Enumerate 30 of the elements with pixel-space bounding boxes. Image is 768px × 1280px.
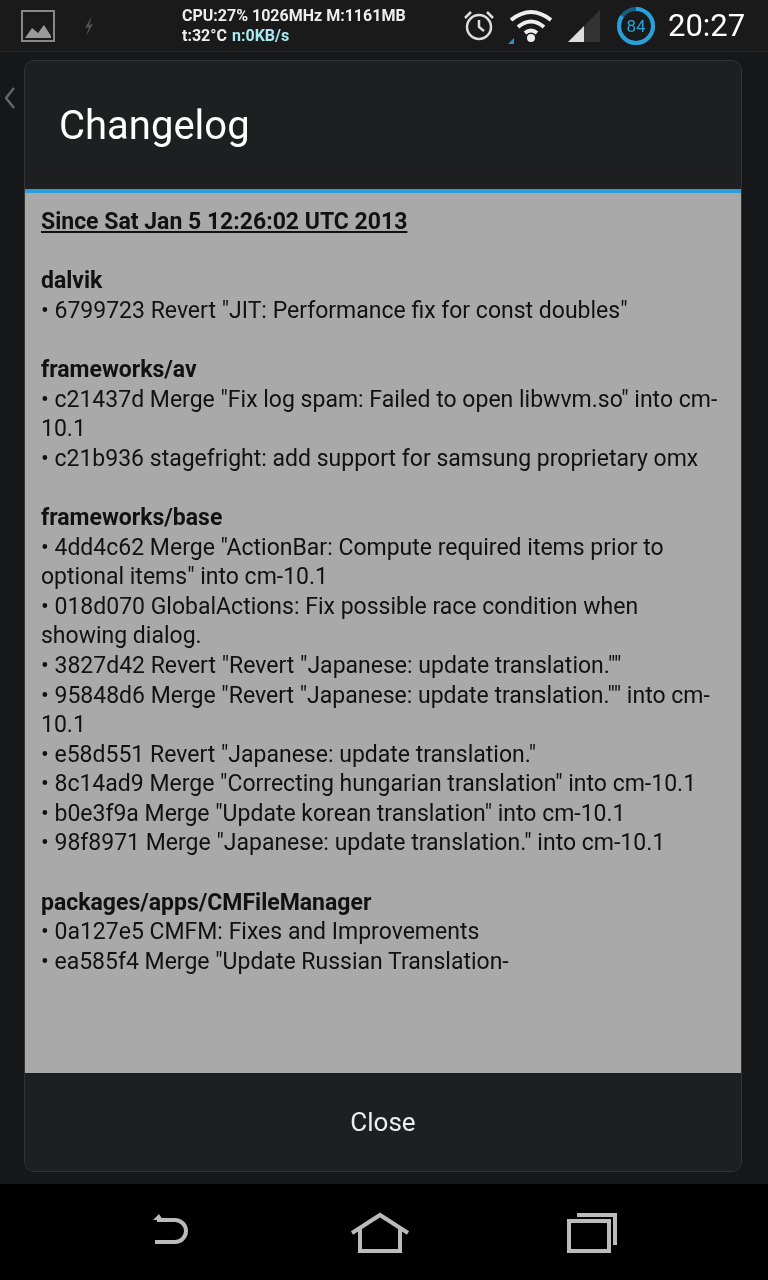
section-heading: frameworks/base: [41, 502, 224, 533]
dialog-title: Changelog: [59, 101, 250, 149]
picture-icon: [20, 7, 56, 44]
network-speed: n:0KB/s: [232, 25, 290, 46]
changelog-entry: • 3827d42 Revert "Revert "Japanese: update translation."": [41, 650, 623, 681]
recent-apps-icon[interactable]: [567, 1211, 620, 1253]
temperature: t:32°C: [182, 25, 227, 46]
changelog-entry: • 98f8971 Merge "Japanese: update translation." into cm-10.1: [41, 828, 667, 859]
battery-indicator: 84: [616, 5, 656, 46]
changelog-entry: • ea585f4 Merge "Update Russian Translation-: [41, 946, 510, 977]
wifi-icon: [508, 7, 554, 44]
changelog-entry: • 95848d6 Merge "Revert "Japanese: update translation."" into cm-10.1: [41, 680, 711, 740]
changelog-entry: • 4dd4c62 Merge "ActionBar: Compute required items prior to optional items" into cm-10.1: [41, 532, 665, 592]
clock: 20:27: [668, 7, 746, 44]
home-icon[interactable]: [350, 1211, 410, 1253]
back-chevron-icon: [4, 86, 16, 110]
section-heading: packages/apps/CMFileManager: [41, 887, 373, 918]
changelog-entry: • 0a127e5 CMFM: Fixes and Improvements: [41, 917, 481, 947]
cpu-info: CPU:27% 1026MHz M:1161MB: [182, 5, 407, 26]
changelog-entry: • 6799723 Revert "JIT: Performance fix for const doubles": [41, 295, 629, 326]
changelog-entry: • c21b936 stagefright: add support for samsung proprietary omx: [41, 443, 700, 474]
changelog-entry: • c21437d Merge "Fix log spam: Failed to open libwvm.so" into cm-10.1: [41, 384, 719, 444]
changelog-entry: • 8c14ad9 Merge "Correcting hungarian translation" into cm-10.1: [41, 769, 698, 799]
since-heading: Since Sat Jan 5 12:26:02 UTC 2013: [41, 207, 409, 237]
alarm-clock-icon: [462, 8, 496, 43]
changelog-entry: • e58d551 Revert "Japanese: update translation.": [41, 739, 538, 770]
changelog-entry: • b0e3f9a Merge "Update korean translation" into cm-10.1: [41, 798, 627, 829]
section-heading: frameworks/av: [41, 354, 198, 385]
section-heading: dalvik: [41, 266, 104, 296]
changelog-entry: • 018d070 GlobalActions: Fix possible race condition when showing dialog.: [41, 591, 640, 651]
